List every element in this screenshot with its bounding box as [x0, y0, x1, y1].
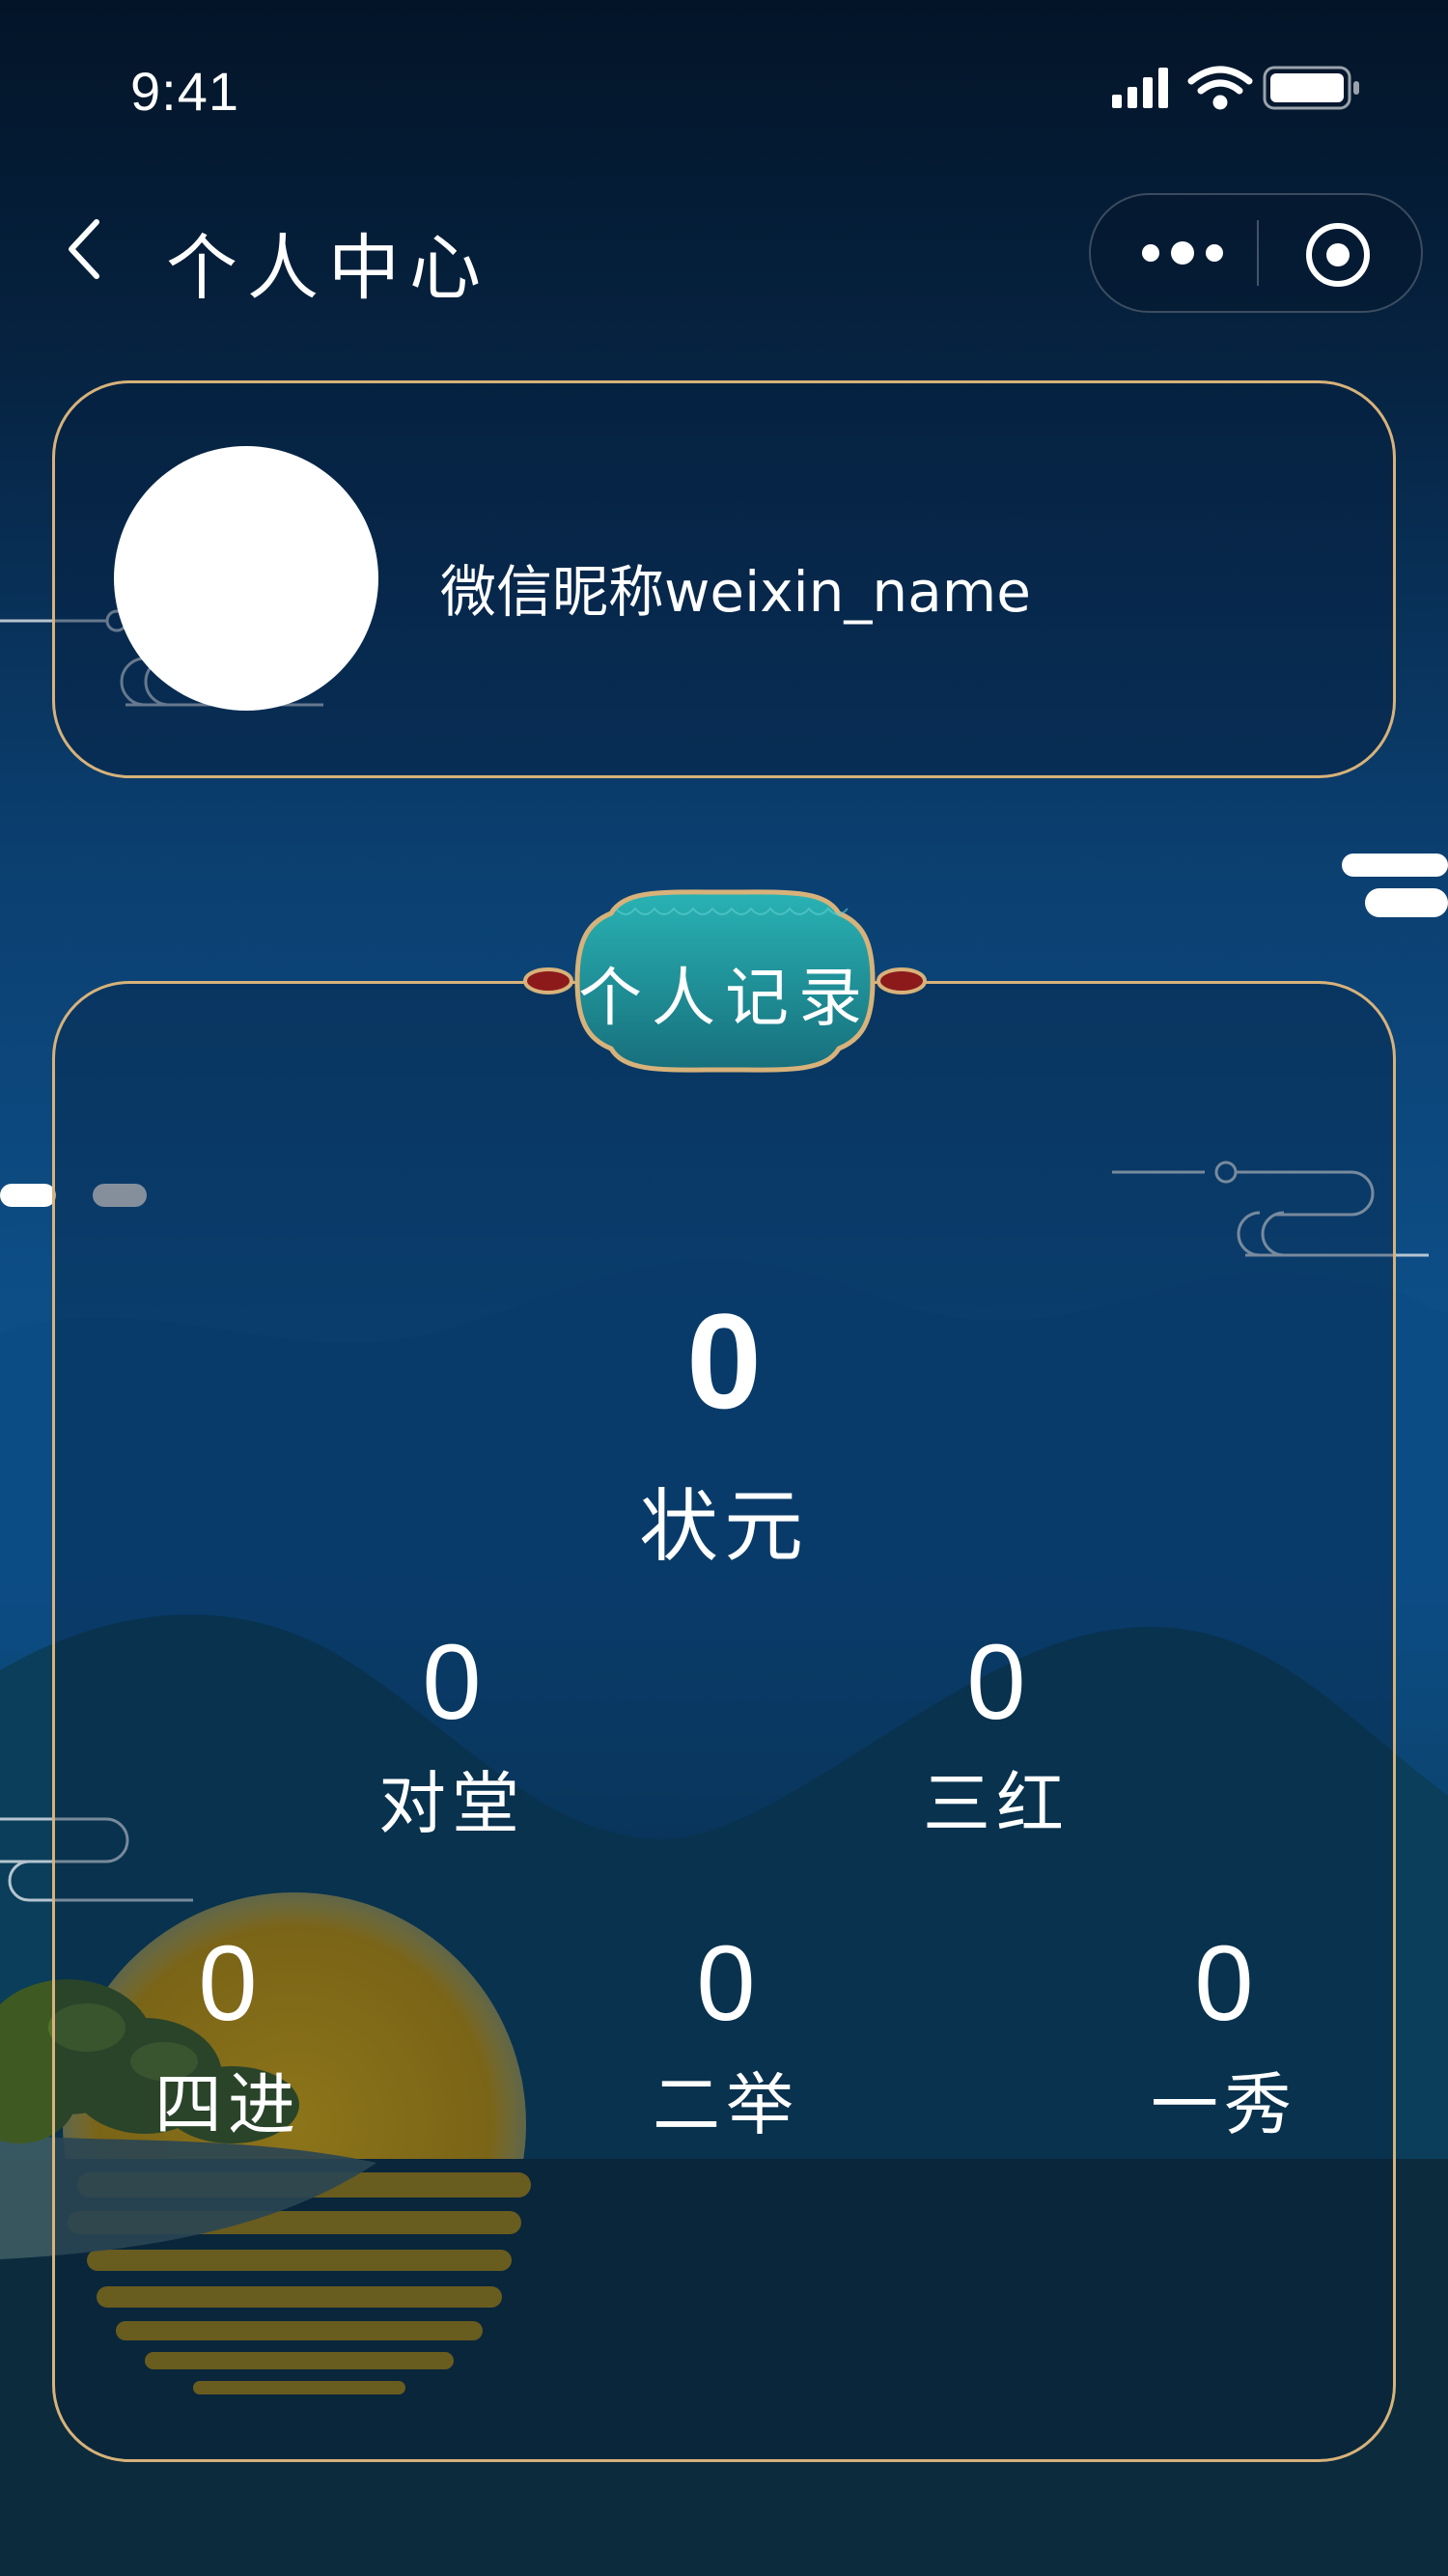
stat-sanhong: 0 三红 [851, 1630, 1141, 1847]
stat-label: 二举 [653, 2065, 799, 2144]
page-title: 个人中心 [166, 227, 490, 310]
user-nickname: 微信昵称weixin_name [440, 559, 1031, 625]
wifi-icon [1187, 66, 1253, 110]
status-icons [1112, 66, 1359, 110]
status-bar: 9:41 [0, 0, 1448, 164]
stat-label: 一秀 [1151, 2065, 1297, 2144]
stat-value: 0 [966, 1623, 1026, 1742]
signal-icon [1112, 68, 1168, 108]
stat-duitang: 0 对堂 [307, 1630, 597, 1847]
avatar[interactable] [114, 446, 378, 711]
record-card [52, 981, 1396, 2462]
back-button[interactable] [50, 210, 127, 288]
battery-icon [1263, 66, 1359, 110]
stat-label: 状元 [638, 1481, 809, 1573]
stat-label: 三红 [923, 1764, 1070, 1843]
stat-value: 0 [686, 1285, 762, 1437]
record-title: 个人记录 [578, 961, 872, 1035]
more-icon[interactable] [1129, 224, 1236, 282]
mini-program-capsule [1089, 193, 1423, 313]
stat-zhuangyuan: 0 状元 [579, 1294, 869, 1577]
stat-sijin: 0 四进 [83, 1931, 373, 2148]
stat-erju: 0 二举 [581, 1931, 871, 2148]
stat-value: 0 [1194, 1924, 1254, 2043]
stat-yixiu: 0 一秀 [1079, 1931, 1369, 2148]
nav-bar: 个人中心 [0, 183, 1448, 328]
close-target-icon[interactable] [1303, 220, 1373, 290]
stat-value: 0 [696, 1924, 756, 2043]
stat-label: 对堂 [378, 1764, 525, 1843]
capsule-divider [1257, 220, 1259, 286]
stat-value: 0 [422, 1623, 482, 1742]
stat-value: 0 [198, 1924, 258, 2043]
stat-label: 四进 [154, 2065, 301, 2144]
status-time: 9:41 [130, 61, 239, 122]
